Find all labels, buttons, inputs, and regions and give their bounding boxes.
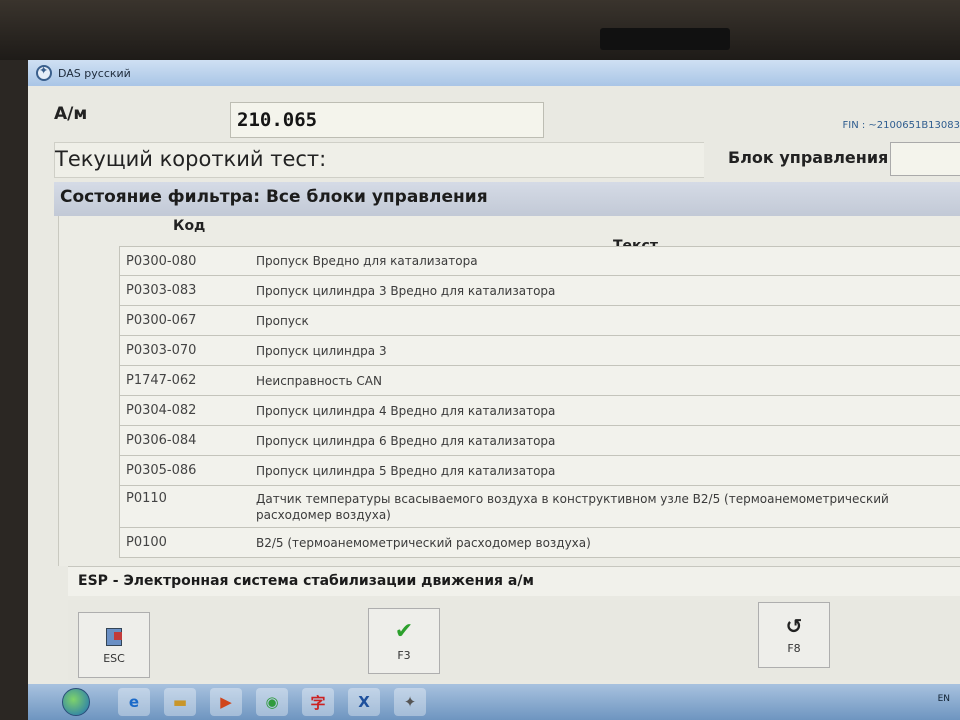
vehicle-field[interactable]: 210.065 <box>230 102 544 138</box>
table-row[interactable]: P0305-086 Пропуск цилиндра 5 Вредно для … <box>119 456 960 486</box>
function-key-bar: ESC ✔ F3 ↺ F8 <box>68 600 960 680</box>
esc-button[interactable]: ESC <box>78 612 150 678</box>
table-row[interactable]: P0303-070 Пропуск цилиндра 3 <box>119 336 960 366</box>
ie-icon[interactable]: e <box>118 688 150 716</box>
excel-like-icon[interactable]: X <box>348 688 380 716</box>
fault-code-table: Код Текст P0300-080 Пропуск Вредно для к… <box>58 216 960 566</box>
das-window: DAS русский А/м 210.065 FIN : ~2100651B1… <box>28 60 960 720</box>
fault-text: B2/5 (термоанемометрический расходомер в… <box>256 535 591 550</box>
fault-code: P1747-062 <box>126 373 197 388</box>
fault-text: Пропуск цилиндра 4 Вредно для катализато… <box>256 403 556 418</box>
esp-section-header[interactable]: ESP - Электронная система стабилизации д… <box>68 566 960 596</box>
table-row[interactable]: P0304-082 Пропуск цилиндра 4 Вредно для … <box>119 396 960 426</box>
windows-taskbar: e ▬ ▶ ◉ 字 X ✦ EN <box>28 684 960 720</box>
fault-text: Пропуск цилиндра 5 Вредно для катализато… <box>256 463 556 478</box>
app-icon[interactable]: 字 <box>302 688 334 716</box>
fault-code: P0300-080 <box>126 253 197 269</box>
title-bar: DAS русский <box>28 60 960 86</box>
fault-text: Пропуск Вредно для катализатора <box>256 254 478 268</box>
fault-code: P0304-082 <box>126 403 197 418</box>
column-header-code[interactable]: Код <box>173 218 205 234</box>
fault-rows: P0300-080 Пропуск Вредно для катализатор… <box>119 246 960 558</box>
fault-text: Пропуск цилиндра 3 <box>256 343 387 358</box>
webcam <box>600 28 730 50</box>
fault-code: P0303-070 <box>126 343 197 358</box>
table-row[interactable]: P1747-062 Неисправность CAN <box>119 366 960 396</box>
start-button[interactable] <box>62 688 90 716</box>
fault-text: Пропуск цилиндра 3 Вредно для катализато… <box>256 283 556 298</box>
monitor-bezel <box>0 0 960 60</box>
vehicle-label: А/м <box>54 104 88 124</box>
f8-button-label: F8 <box>787 641 801 655</box>
control-unit-label: Блок управления <box>728 148 889 167</box>
f8-back-button[interactable]: ↺ F8 <box>758 602 830 668</box>
table-row[interactable]: P0100 B2/5 (термоанемометрический расход… <box>119 528 960 558</box>
filter-status-bar: Состояние фильтра: Все блоки управления <box>54 182 960 216</box>
das-taskbar-icon[interactable]: ✦ <box>394 688 426 716</box>
fault-code: P0303-083 <box>126 283 197 298</box>
chrome-icon[interactable]: ◉ <box>256 688 288 716</box>
fault-code: P0100 <box>126 535 167 550</box>
vehicle-header: А/м 210.065 FIN : ~2100651B13083 <box>54 100 960 140</box>
fault-code: P0305-086 <box>126 463 197 478</box>
fault-text: Пропуск <box>256 313 309 328</box>
f3-confirm-button[interactable]: ✔ F3 <box>368 608 440 674</box>
exit-icon <box>104 626 124 646</box>
folder-icon[interactable]: ▬ <box>164 688 196 716</box>
fin-number: FIN : ~2100651B13083 <box>842 120 960 131</box>
fault-code: P0110 <box>126 491 167 506</box>
fault-text: Неисправность CAN <box>256 373 382 388</box>
fault-text: Датчик температуры всасываемого воздуха … <box>256 492 889 522</box>
control-unit-field[interactable] <box>890 142 960 176</box>
esc-button-label: ESC <box>103 651 125 665</box>
window-title: DAS русский <box>58 66 131 80</box>
table-row[interactable]: P0110 Датчик температуры всасываемого во… <box>119 486 960 528</box>
table-row[interactable]: P0300-067 Пропуск <box>119 306 960 336</box>
mercedes-logo-icon <box>36 64 52 81</box>
fault-code: P0306-084 <box>126 433 197 448</box>
language-indicator[interactable]: EN <box>938 694 950 704</box>
fault-text: Пропуск цилиндра 6 Вредно для катализато… <box>256 433 556 448</box>
f3-button-label: F3 <box>397 648 411 662</box>
table-row[interactable]: P0303-083 Пропуск цилиндра 3 Вредно для … <box>119 276 960 306</box>
table-row[interactable]: P0306-084 Пропуск цилиндра 6 Вредно для … <box>119 426 960 456</box>
check-icon: ✔ <box>394 618 414 644</box>
media-player-icon[interactable]: ▶ <box>210 688 242 716</box>
taskbar-apps: e ▬ ▶ ◉ 字 X ✦ <box>118 688 426 716</box>
table-row[interactable]: P0300-080 Пропуск Вредно для катализатор… <box>119 246 960 276</box>
back-arrow-icon: ↺ <box>785 613 803 638</box>
short-test-label: Текущий короткий тест: <box>54 142 704 178</box>
fault-code: P0300-067 <box>126 313 197 328</box>
